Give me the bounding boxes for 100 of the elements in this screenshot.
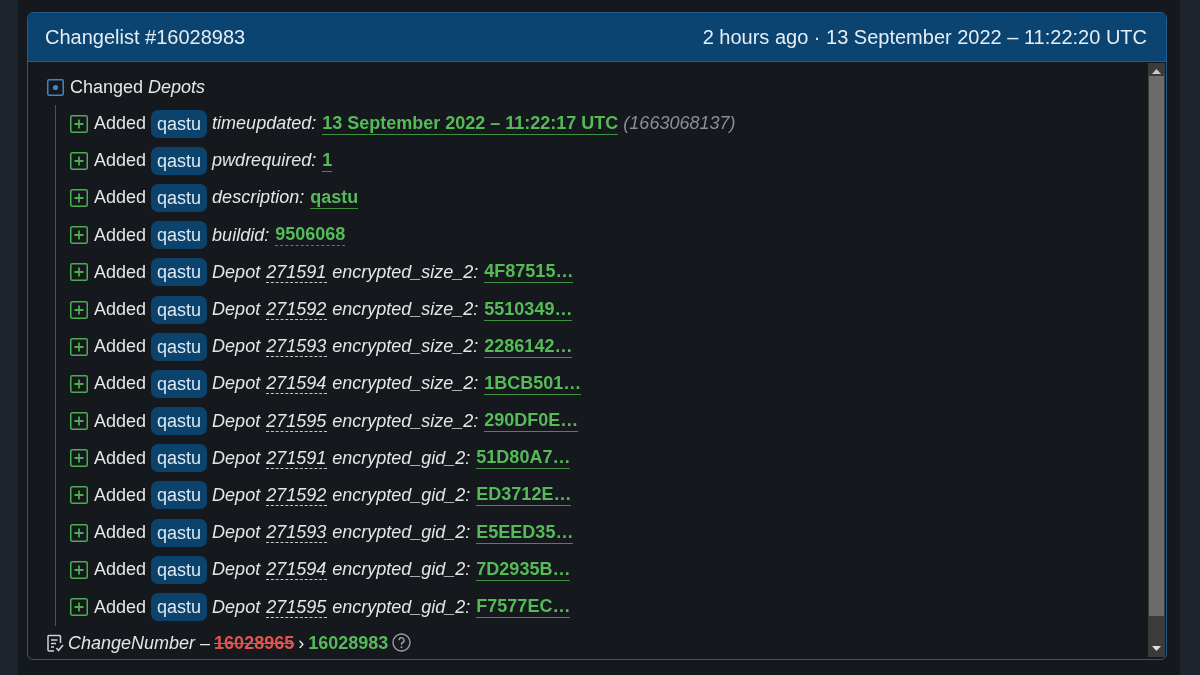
section-label: Changed Depots xyxy=(70,75,206,99)
key-text: buildid: xyxy=(212,223,271,247)
value-link[interactable]: 7D2935B… xyxy=(476,558,571,581)
user-tag[interactable]: qastu xyxy=(151,593,208,622)
key-text: encrypted_gid_2: xyxy=(332,446,472,470)
user-tag[interactable]: qastu xyxy=(151,518,208,547)
value-link[interactable]: 2286142… xyxy=(484,335,573,358)
depot-label: Depot xyxy=(212,446,262,470)
value-link[interactable]: E5EED35… xyxy=(476,521,574,544)
depot-link[interactable]: 271594 xyxy=(266,559,328,581)
plus-square-icon xyxy=(70,300,88,319)
user-tag[interactable]: qastu xyxy=(151,295,208,324)
action-text: Added xyxy=(94,335,147,359)
depot-link[interactable]: 271593 xyxy=(266,336,328,358)
action-text: Added xyxy=(94,372,147,396)
value-link[interactable]: 4F87515… xyxy=(484,261,574,284)
action-text: Added xyxy=(94,558,147,582)
user-tag[interactable]: qastu xyxy=(151,369,208,398)
help-icon[interactable] xyxy=(392,633,412,653)
value-link[interactable]: ED3712E… xyxy=(476,484,572,507)
action-text: Added xyxy=(94,149,147,173)
key-text: encrypted_gid_2: xyxy=(332,595,472,619)
scrollbar[interactable] xyxy=(1148,63,1165,657)
action-text: Added xyxy=(94,298,147,322)
depot-link[interactable]: 271593 xyxy=(266,522,328,544)
action-text: Added xyxy=(94,223,147,247)
depot-link[interactable]: 271595 xyxy=(266,596,328,618)
depot-link[interactable]: 271592 xyxy=(266,484,328,506)
plus-square-icon xyxy=(70,523,88,542)
plus-square-icon xyxy=(70,263,88,282)
plus-square-icon xyxy=(70,449,88,468)
key-text: encrypted_gid_2: xyxy=(332,483,472,507)
key-text: encrypted_size_2: xyxy=(332,260,480,284)
key-text: encrypted_gid_2: xyxy=(332,521,472,545)
plus-square-icon xyxy=(70,560,88,579)
action-text: Added xyxy=(94,112,147,136)
key-text: timeupdated: xyxy=(212,112,318,136)
depot-label: Depot xyxy=(212,558,262,582)
user-tag[interactable]: qastu xyxy=(151,332,208,361)
value-link[interactable]: 9506068 xyxy=(275,224,346,247)
depot-link[interactable]: 271591 xyxy=(266,261,328,283)
field-name: ChangeNumber xyxy=(68,631,197,654)
user-tag[interactable]: qastu xyxy=(151,109,208,138)
arrow-up-icon[interactable] xyxy=(1152,69,1161,74)
user-tag[interactable]: qastu xyxy=(151,146,208,175)
user-tag[interactable]: qastu xyxy=(151,407,208,436)
key-text: encrypted_size_2: xyxy=(332,298,480,322)
user-tag[interactable]: qastu xyxy=(151,555,208,584)
depot-label: Depot xyxy=(212,372,262,396)
value-link[interactable]: 1BCB501… xyxy=(484,372,582,395)
depot-link[interactable]: 271592 xyxy=(266,299,328,321)
action-text: Added xyxy=(94,186,147,210)
old-value: 16028965 xyxy=(214,631,295,654)
arrow-down-icon[interactable] xyxy=(1152,646,1161,651)
plus-square-icon xyxy=(70,114,88,133)
action-text: Added xyxy=(94,260,147,284)
user-tag[interactable]: qastu xyxy=(151,183,208,212)
key-text: encrypted_size_2: xyxy=(332,372,480,396)
depot-label: Depot xyxy=(212,483,262,507)
scrollbar-thumb[interactable] xyxy=(1149,76,1164,616)
action-text: Added xyxy=(94,483,147,507)
value-link[interactable]: 1 xyxy=(322,149,333,172)
note-text: (1663068137) xyxy=(623,112,737,136)
key-text: pwdrequired: xyxy=(212,149,318,173)
depot-link[interactable]: 271595 xyxy=(266,410,328,432)
user-tag[interactable]: qastu xyxy=(151,444,208,473)
value-link[interactable]: qastu xyxy=(310,186,359,209)
depot-label: Depot xyxy=(212,409,262,433)
dash-text: – xyxy=(200,631,211,654)
action-text: Added xyxy=(94,595,147,619)
plus-square-icon xyxy=(70,412,88,431)
key-text: encrypted_gid_2: xyxy=(332,558,472,582)
depot-link[interactable]: 271594 xyxy=(266,373,328,395)
action-text: Added xyxy=(94,446,147,470)
dot-square-icon[interactable] xyxy=(47,78,64,96)
user-tag[interactable]: qastu xyxy=(151,221,208,250)
value-link[interactable]: 51D80A7… xyxy=(476,447,571,470)
document-check-icon xyxy=(47,633,64,652)
value-link[interactable]: 290DF0E… xyxy=(484,410,579,433)
depot-label: Depot xyxy=(212,260,262,284)
plus-square-icon xyxy=(70,188,88,207)
timestamp-text: 2 hours ago · 13 September 2022 – 11:22:20 UTC xyxy=(702,25,1147,50)
user-tag[interactable]: qastu xyxy=(151,481,208,510)
user-tag[interactable]: qastu xyxy=(151,258,208,287)
depot-link[interactable]: 271591 xyxy=(266,447,328,469)
value-link[interactable]: 5510349… xyxy=(484,298,573,321)
depot-label: Depot xyxy=(212,298,262,322)
changelist-title: Changelist #16028983 xyxy=(45,25,246,50)
key-text: encrypted_size_2: xyxy=(332,335,480,359)
plus-square-icon xyxy=(70,226,88,245)
arrow-text: › xyxy=(298,631,305,654)
key-text: description: xyxy=(212,186,306,210)
plus-square-icon xyxy=(70,486,88,505)
action-text: Added xyxy=(94,521,147,545)
key-text: encrypted_size_2: xyxy=(332,409,480,433)
plus-square-icon xyxy=(70,151,88,170)
value-link[interactable]: 13 September 2022 – 11:22:17 UTC xyxy=(322,112,619,135)
plus-square-icon xyxy=(70,337,88,356)
depot-label: Depot xyxy=(212,595,262,619)
value-link[interactable]: F7577EC… xyxy=(476,596,571,619)
